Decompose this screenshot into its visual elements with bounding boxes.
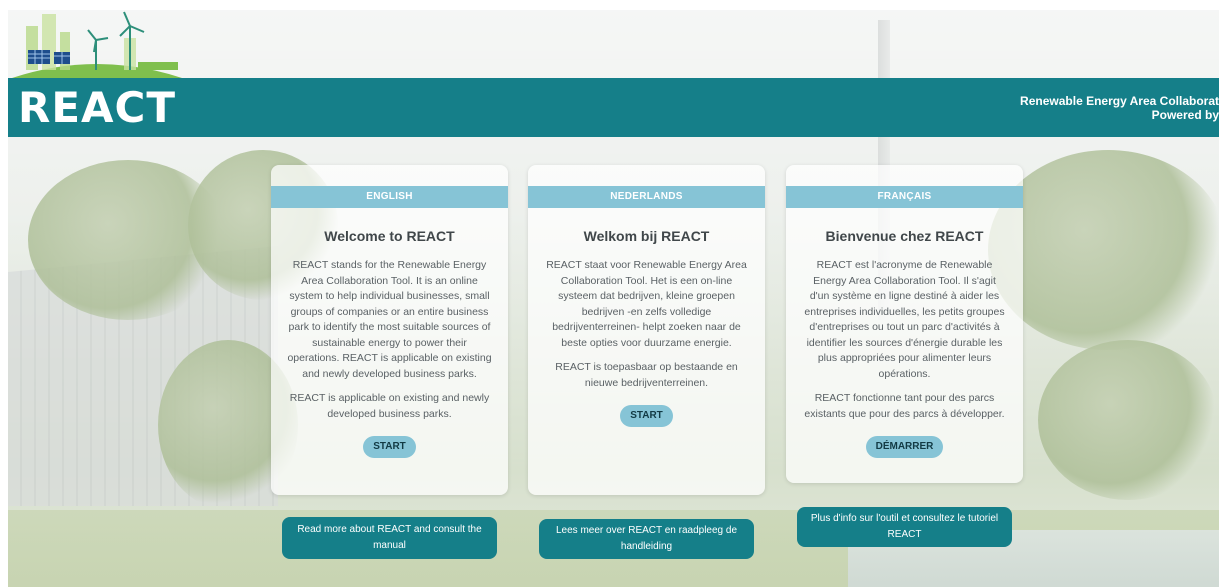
read-more-button-french[interactable]: Plus d'info sur l'outil et consultez le … bbox=[797, 507, 1012, 547]
card-description-secondary: REACT is applicable on existing and newl… bbox=[289, 392, 490, 420]
start-button-dutch[interactable]: START bbox=[620, 405, 673, 427]
language-card-dutch: NEDERLANDS Welkom bij REACT REACT staat … bbox=[528, 165, 765, 495]
language-card-english: ENGLISH Welcome to REACT REACT stands fo… bbox=[271, 165, 508, 495]
brand-logo-text[interactable]: REACT bbox=[18, 82, 176, 134]
tagline-title: Renewable Energy Area Collaborat bbox=[1020, 94, 1219, 108]
header-tagline: Renewable Energy Area Collaborat Powered… bbox=[979, 94, 1219, 122]
card-description: REACT stands for the Renewable Energy Ar… bbox=[287, 259, 492, 380]
header-bar: REACT Renewable Energy Area Collaborat P… bbox=[8, 78, 1219, 137]
background-tree bbox=[1038, 340, 1218, 500]
card-description-secondary: REACT is toepasbaar op bestaande en nieu… bbox=[555, 361, 738, 389]
card-language-header: NEDERLANDS bbox=[528, 186, 765, 208]
card-language-header: FRANÇAIS bbox=[786, 186, 1023, 208]
language-card-french: FRANÇAIS Bienvenue chez REACT REACT est … bbox=[786, 165, 1023, 483]
start-button-french[interactable]: DÉMARRER bbox=[865, 436, 944, 458]
start-button-english[interactable]: START bbox=[363, 436, 416, 458]
card-description-secondary: REACT fonctionne tant pour des parcs exi… bbox=[804, 392, 1005, 420]
tagline-powered-by: Powered by bbox=[1151, 108, 1219, 122]
card-description: REACT staat voor Renewable Energy Area C… bbox=[546, 259, 747, 349]
card-description: REACT est l'acronyme de Renewable Energy… bbox=[804, 259, 1005, 380]
page: REACT Renewable Energy Area Collaborat P… bbox=[0, 0, 1219, 587]
card-language-header: ENGLISH bbox=[271, 186, 508, 208]
read-more-button-dutch[interactable]: Lees meer over REACT en raadpleeg de han… bbox=[539, 519, 754, 559]
card-title: Welkom bij REACT bbox=[583, 228, 710, 244]
read-more-button-english[interactable]: Read more about REACT and consult the ma… bbox=[282, 517, 497, 559]
card-title: Bienvenue chez REACT bbox=[825, 228, 984, 244]
card-title: Welcome to REACT bbox=[324, 228, 455, 244]
react-logo-illustration-icon bbox=[12, 11, 182, 78]
